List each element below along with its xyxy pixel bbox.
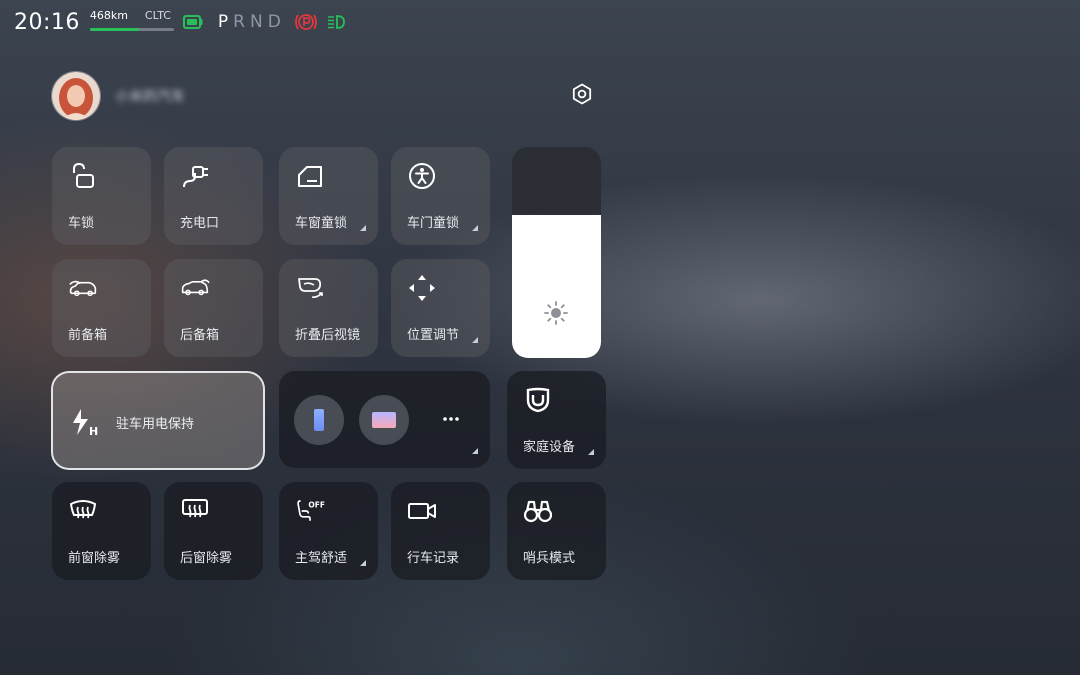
mi-home-icon [526, 387, 550, 413]
screen-icon [372, 412, 396, 428]
power-hold-icon: H [73, 409, 98, 437]
sentry-mode-label: 哨兵模式 [523, 551, 576, 566]
range-standard: CLTC [144, 9, 171, 22]
range-km: 468km [89, 9, 128, 22]
fold-mirrors-tile[interactable]: 折叠后视镜 [279, 259, 378, 357]
portrait-mode-button[interactable] [294, 395, 344, 445]
park-power-hold-tile[interactable]: H 驻车用电保持 [51, 371, 265, 470]
more-options-button[interactable] [433, 401, 473, 437]
mirror-icon [298, 278, 323, 298]
charge-port-tile[interactable]: 充电口 [164, 147, 263, 245]
range-bar [89, 28, 174, 31]
binoculars-icon [523, 500, 553, 523]
driver-comfort-label: 主驾舒适 [295, 551, 348, 566]
svg-text:H: H [89, 425, 98, 437]
range-fill [89, 28, 139, 31]
car-lock-label: 车锁 [68, 216, 95, 231]
window-child-lock-tile[interactable]: 车窗童锁 [279, 147, 378, 245]
front-defrost-icon [69, 500, 97, 519]
fold-mirrors-label: 折叠后视镜 [295, 328, 361, 343]
child-icon [409, 163, 435, 189]
expand-corner-icon [472, 225, 478, 231]
status-bar: 20:16 468km CLTC PRND [14, 6, 346, 38]
gear-d: D [267, 12, 286, 32]
window-child-lock-label: 车窗童锁 [295, 216, 348, 231]
video-camera-icon [408, 503, 436, 519]
sun-icon [544, 301, 568, 325]
gear-n: N [249, 12, 268, 32]
home-devices-tile[interactable]: 家庭设备 [507, 371, 606, 469]
window-icon [298, 166, 322, 187]
range-indicator: 468km CLTC [89, 9, 174, 35]
rear-defrost-icon [182, 499, 208, 518]
headlight-icon [326, 13, 346, 31]
unlock-icon [73, 162, 94, 188]
seat-off-icon: OFF [297, 500, 325, 521]
gear-icon [572, 83, 592, 105]
move-arrows-icon [409, 275, 435, 301]
battery-icon [182, 14, 204, 30]
dashcam-tile[interactable]: 行车记录 [391, 482, 490, 580]
user-profile[interactable]: 小米的汽车 [51, 71, 185, 121]
expand-corner-icon [472, 337, 478, 343]
plug-icon [183, 166, 208, 188]
phone-icon [314, 409, 324, 431]
username: 小米的汽车 [115, 89, 185, 105]
clock: 20:16 [14, 9, 80, 35]
rear-trunk-label: 后备箱 [180, 328, 220, 343]
door-child-lock-label: 车门童锁 [407, 216, 460, 231]
gear-selector: PRND [218, 12, 286, 32]
position-adjust-label: 位置调节 [407, 328, 460, 343]
expand-corner-icon [588, 449, 594, 455]
car-lock-tile[interactable]: 车锁 [52, 147, 151, 245]
rear-trunk-tile[interactable]: 后备箱 [164, 259, 263, 357]
dashcam-label: 行车记录 [407, 551, 460, 566]
expand-corner-icon [472, 448, 478, 454]
front-defrost-label: 前窗除雾 [68, 551, 121, 566]
expand-corner-icon [360, 560, 366, 566]
home-devices-label: 家庭设备 [523, 440, 576, 455]
brightness-fill[interactable] [512, 214, 601, 358]
car-front-icon [69, 280, 97, 297]
position-adjust-tile[interactable]: 位置调节 [391, 259, 490, 357]
driver-comfort-tile[interactable]: OFF 主驾舒适 [279, 482, 378, 580]
front-trunk-label: 前备箱 [68, 328, 108, 343]
front-trunk-tile[interactable]: 前备箱 [52, 259, 151, 357]
expand-corner-icon [360, 225, 366, 231]
settings-button[interactable] [570, 82, 594, 106]
rear-defrost-tile[interactable]: 后窗除雾 [164, 482, 263, 580]
front-defrost-tile[interactable]: 前窗除雾 [52, 482, 151, 580]
gear-r: R [233, 12, 250, 32]
gear-p: P [217, 12, 234, 32]
rear-defrost-label: 后窗除雾 [180, 551, 233, 566]
door-child-lock-tile[interactable]: 车门童锁 [391, 147, 490, 245]
svg-text:OFF: OFF [308, 501, 325, 510]
park-power-hold-label: 驻车用电保持 [116, 417, 195, 432]
sentry-mode-tile[interactable]: 哨兵模式 [507, 482, 606, 580]
charge-port-label: 充电口 [180, 216, 220, 231]
brightness-slider[interactable] [512, 147, 601, 358]
parking-brake-icon [294, 12, 318, 32]
avatar[interactable] [51, 71, 101, 121]
display-mode-tile [279, 371, 490, 468]
more-icon [443, 417, 459, 421]
landscape-mode-button[interactable] [359, 395, 409, 445]
car-rear-icon [181, 279, 210, 296]
